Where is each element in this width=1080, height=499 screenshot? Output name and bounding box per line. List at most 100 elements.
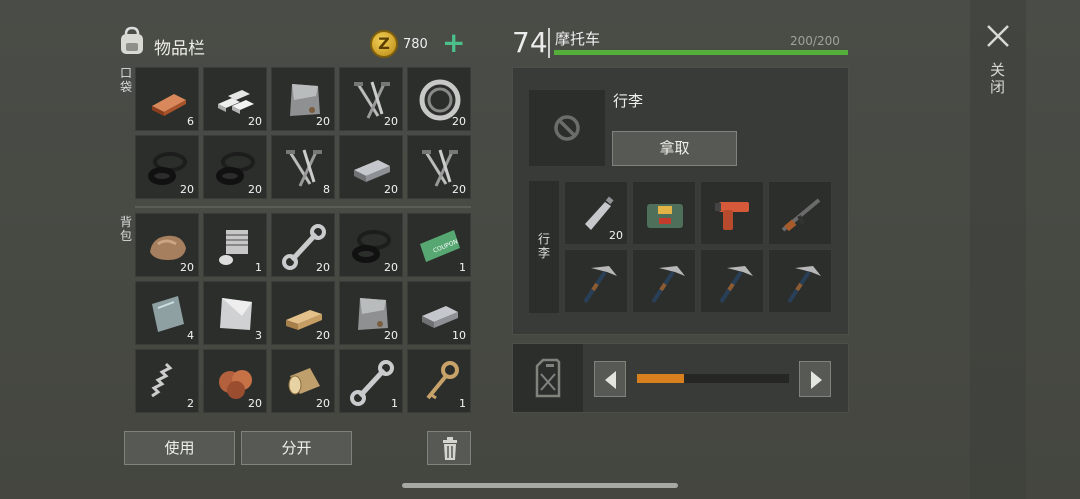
pocket-slot[interactable]: 20 bbox=[407, 135, 471, 199]
backpack-slot[interactable]: 4 bbox=[135, 281, 199, 345]
assault-rifle-icon bbox=[781, 198, 821, 232]
backpack-slot[interactable]: 2 bbox=[135, 349, 199, 413]
fuel-decrease-button[interactable] bbox=[594, 361, 626, 397]
item-count: 20 bbox=[248, 183, 262, 196]
item-count: 20 bbox=[609, 229, 623, 242]
copper-ingot-icon bbox=[152, 94, 186, 116]
item-count: 20 bbox=[316, 261, 330, 274]
item-count: 20 bbox=[180, 261, 194, 274]
item-count: 1 bbox=[391, 397, 398, 410]
wrench-icon bbox=[350, 360, 394, 406]
item-count: 2 bbox=[187, 397, 194, 410]
trunk-slot[interactable] bbox=[632, 181, 696, 245]
coin-count: 780 bbox=[403, 37, 428, 52]
luggage-title: 行李 bbox=[613, 92, 644, 110]
backpack-slot[interactable]: 20 bbox=[271, 281, 335, 345]
trunk-slot[interactable] bbox=[632, 249, 696, 313]
backpack-slot[interactable]: 20 bbox=[339, 281, 403, 345]
take-button[interactable]: 拿取 bbox=[612, 131, 737, 166]
backpack-icon bbox=[121, 26, 143, 54]
item-count: 20 bbox=[452, 115, 466, 128]
pickaxe-icon bbox=[719, 266, 753, 304]
backpack-slot[interactable]: 20 bbox=[135, 213, 199, 277]
backpack-slot[interactable]: 20 bbox=[339, 213, 403, 277]
fuel-increase-button[interactable] bbox=[799, 361, 831, 397]
pocket-slot[interactable]: 20 bbox=[339, 67, 403, 131]
item-count: 6 bbox=[187, 115, 194, 128]
engine-cylinder-icon bbox=[219, 230, 248, 265]
spring-icon bbox=[151, 362, 173, 398]
item-count: 1 bbox=[459, 261, 466, 274]
key-icon bbox=[426, 361, 459, 400]
add-coins-button[interactable]: + bbox=[442, 28, 465, 58]
backpack-slot[interactable]: 10 bbox=[407, 281, 471, 345]
arrow-right-icon bbox=[811, 371, 822, 389]
pocket-slot[interactable]: 6 bbox=[135, 67, 199, 131]
section-divider bbox=[135, 206, 471, 208]
pocket-slot[interactable]: 20 bbox=[203, 135, 267, 199]
backpack-slot[interactable]: COUPON 1 bbox=[407, 213, 471, 277]
pocket-slot[interactable]: 20 bbox=[339, 135, 403, 199]
item-count: 8 bbox=[323, 183, 330, 196]
vehicle-hp-bar bbox=[554, 50, 848, 55]
backpack-slot[interactable]: 20 bbox=[271, 349, 335, 413]
trunk-slot[interactable] bbox=[768, 181, 832, 245]
backpack-slot[interactable]: 20 bbox=[271, 213, 335, 277]
flare-gun-icon bbox=[715, 202, 749, 230]
coin-icon: Z bbox=[370, 30, 398, 58]
backpack-slot[interactable]: 3 bbox=[203, 281, 267, 345]
pocket-slot[interactable]: 20 bbox=[271, 67, 335, 131]
item-count: 20 bbox=[452, 183, 466, 196]
split-button[interactable]: 分开 bbox=[241, 431, 352, 465]
pocket-slot[interactable]: 20 bbox=[407, 67, 471, 131]
nails-icon bbox=[286, 149, 322, 187]
item-count: 20 bbox=[180, 183, 194, 196]
item-count: 4 bbox=[187, 329, 194, 342]
pickaxe-icon bbox=[787, 266, 821, 304]
use-button[interactable]: 使用 bbox=[124, 431, 235, 465]
level-separator bbox=[548, 28, 550, 58]
fuel-slot[interactable] bbox=[513, 344, 583, 412]
empty-slot-icon bbox=[554, 115, 580, 141]
item-count: 20 bbox=[384, 115, 398, 128]
item-count: 20 bbox=[384, 183, 398, 196]
item-count: 10 bbox=[452, 329, 466, 342]
vehicle-level: 74 bbox=[512, 26, 548, 59]
close-button[interactable]: 关闭 bbox=[990, 62, 1006, 96]
pocket-slot[interactable]: 20 bbox=[203, 67, 267, 131]
ration-coupon-icon: COUPON bbox=[420, 230, 460, 262]
trunk-slot[interactable] bbox=[700, 181, 764, 245]
trash-icon bbox=[443, 437, 457, 460]
item-count: 3 bbox=[255, 329, 262, 342]
backpack-slot[interactable]: 20 bbox=[203, 349, 267, 413]
pocket-slot[interactable]: 20 bbox=[135, 135, 199, 199]
backpack-slot[interactable]: 1 bbox=[339, 349, 403, 413]
vehicle-hp: 200/200 bbox=[790, 34, 840, 48]
glass-plate-icon bbox=[152, 296, 184, 332]
trunk-slot[interactable]: 20 bbox=[564, 181, 628, 245]
luggage-slot[interactable] bbox=[529, 90, 605, 166]
pickaxe-icon bbox=[651, 266, 685, 304]
trunk-slot[interactable] bbox=[700, 249, 764, 313]
close-icon[interactable] bbox=[984, 22, 1012, 50]
pocket-slot[interactable]: 8 bbox=[271, 135, 335, 199]
item-count: 20 bbox=[316, 329, 330, 342]
item-count: 20 bbox=[384, 329, 398, 342]
item-count: 20 bbox=[316, 115, 330, 128]
item-count: 1 bbox=[459, 397, 466, 410]
item-count: 1 bbox=[255, 261, 262, 274]
discard-button[interactable] bbox=[427, 431, 471, 465]
trunk-slot[interactable] bbox=[768, 249, 832, 313]
backpack-slot[interactable]: 1 bbox=[203, 213, 267, 277]
pockets-label: 口袋 bbox=[119, 66, 132, 94]
trunk-slot[interactable] bbox=[564, 249, 628, 313]
pickaxe-icon bbox=[583, 266, 617, 304]
backpack-label: 背包 bbox=[119, 215, 132, 243]
home-indicator[interactable] bbox=[402, 483, 678, 488]
first-aid-kit-icon bbox=[647, 204, 683, 228]
inventory-title: 物品栏 bbox=[154, 39, 205, 59]
trunk-label: 行李 bbox=[537, 232, 550, 260]
backpack-slot[interactable]: 1 bbox=[407, 349, 471, 413]
steel-sheet-icon bbox=[220, 298, 252, 330]
fuel-level-bar bbox=[637, 374, 685, 383]
